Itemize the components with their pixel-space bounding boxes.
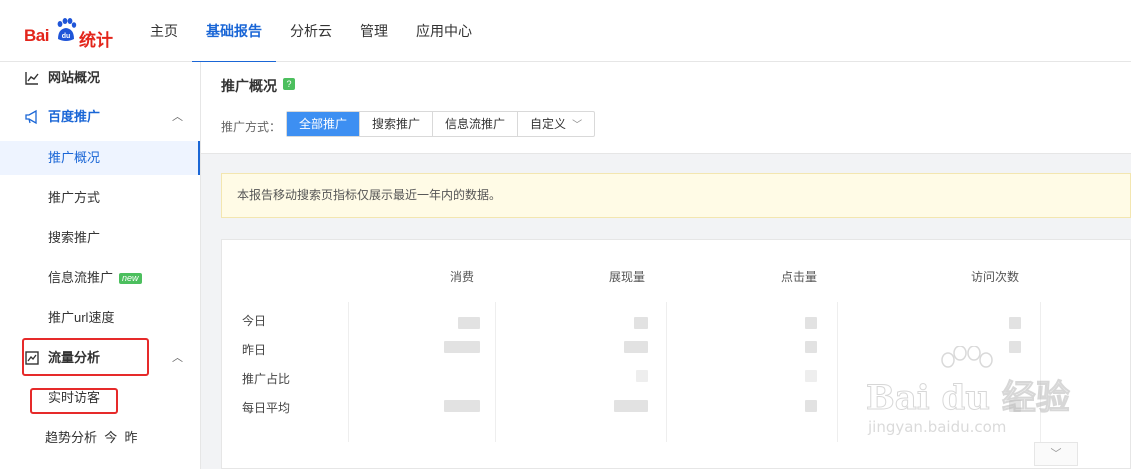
- blurred-value: [805, 370, 817, 382]
- mode-all[interactable]: 全部推广: [287, 112, 361, 136]
- column-divider: [1040, 302, 1041, 442]
- sidebar-item-label: 推广概况: [48, 150, 101, 165]
- sidebar-item-label: 趋势分析 今 昨: [45, 421, 138, 455]
- blurred-value: [1009, 341, 1021, 353]
- nav-item-analytics-cloud[interactable]: 分析云: [276, 0, 346, 62]
- row-label-daily-avg: 每日平均: [242, 401, 291, 415]
- nav-item-home[interactable]: 主页: [136, 0, 192, 62]
- help-icon[interactable]: ?: [283, 78, 295, 90]
- main-nav: 主页 基础报告 分析云 管理 应用中心: [136, 0, 486, 63]
- baidu-tongji-logo[interactable]: Bai du 统计: [24, 16, 114, 50]
- chevron-up-icon[interactable]: ︿: [172, 100, 183, 134]
- sidebar-item-label: 推广url速度: [48, 310, 115, 325]
- sidebar-item-label: 流量分析: [48, 350, 101, 365]
- notice-banner: 本报告移动搜索页指标仅展示最近一年内的数据。: [221, 173, 1131, 218]
- sidebar-item-search-promo[interactable]: 搜索推广: [0, 221, 200, 255]
- sidebar-item-label: 推广方式: [48, 190, 101, 205]
- logo-du-text: du: [62, 33, 71, 40]
- overview-header: 推广概况 ? 推广方式： 全部推广 搜索推广 信息流推广 自定义 ﹀: [201, 62, 1131, 154]
- blurred-value: [458, 317, 480, 329]
- column-header-cost: 消费: [449, 270, 474, 284]
- sidebar-item-traffic-analysis[interactable]: 流量分析 ︿: [0, 341, 200, 375]
- chevron-up-icon[interactable]: ︿: [172, 341, 183, 375]
- sidebar-item-label: 实时访客: [48, 390, 101, 405]
- column-header-clicks: 点击量: [780, 270, 817, 284]
- blurred-value: [444, 400, 480, 412]
- top-nav-bar: Bai du 统计 主页 基础报告 分析云 管理 应用中心: [0, 0, 1131, 63]
- blurred-value: [614, 400, 648, 412]
- blurred-value: [1009, 317, 1021, 329]
- sidebar-item-promo-method[interactable]: 推广方式: [0, 181, 200, 215]
- row-label-promo-share: 推广占比: [242, 372, 291, 386]
- blurred-value: [805, 317, 817, 329]
- sidebar-item-promo-overview[interactable]: 推广概况: [0, 141, 200, 175]
- new-badge: new: [119, 273, 142, 284]
- sidebar-feed-label: 信息流推广: [48, 270, 114, 285]
- nav-item-app-center[interactable]: 应用中心: [402, 0, 486, 62]
- sidebar-item-label: 搜索推广: [48, 230, 101, 245]
- main-content: 推广概况 ? 推广方式： 全部推广 搜索推广 信息流推广 自定义 ﹀ 本报告移动搜…: [201, 62, 1131, 469]
- logo-tongji-text: 统计: [79, 31, 113, 50]
- blurred-value: [634, 317, 648, 329]
- mode-custom[interactable]: 自定义 ﹀: [518, 112, 594, 136]
- page-title: 推广概况: [221, 78, 277, 94]
- sidebar-item-realtime-visitors[interactable]: 实时访客: [0, 381, 200, 415]
- metrics-table: 消费 展现量 点击量 访问次数 今日 昨日 推广占比 每日平均 ﹀: [221, 239, 1131, 469]
- mode-feed[interactable]: 信息流推广: [433, 112, 519, 136]
- promo-mode-selector: 全部推广 搜索推广 信息流推广 自定义 ﹀: [286, 111, 596, 137]
- chevron-down-icon: ﹀: [572, 120, 583, 131]
- baidu-paw-icon: du: [57, 18, 77, 41]
- column-header-visits: 访问次数: [970, 270, 1019, 284]
- column-divider: [495, 302, 496, 442]
- blurred-value: [624, 341, 648, 353]
- line-chart-icon: [25, 72, 39, 85]
- trend-label: 趋势分析: [45, 430, 98, 445]
- column-divider: [837, 302, 838, 442]
- expand-chevron-icon[interactable]: ﹀: [1034, 442, 1078, 466]
- column-divider: [348, 302, 349, 442]
- sidebar: 网站概况 百度推广 ︿ 推广概况 推广方式 搜索推广 信息流推广 new 推广ur…: [0, 62, 201, 469]
- logo-bai-text: Bai: [24, 26, 49, 45]
- sidebar-item-feed-promo[interactable]: 信息流推广 new: [0, 261, 200, 295]
- blurred-value: [1009, 400, 1021, 412]
- sidebar-item-site-overview[interactable]: 网站概况: [0, 61, 200, 95]
- sidebar-item-label: 信息流推广 new: [48, 261, 142, 295]
- blurred-value: [444, 341, 480, 353]
- sidebar-item-trend-analysis[interactable]: 趋势分析 今 昨: [0, 421, 200, 455]
- blurred-value: [636, 370, 648, 382]
- row-label-today: 今日: [242, 314, 267, 328]
- nav-item-manage[interactable]: 管理: [346, 0, 402, 62]
- sidebar-item-baidu-promo[interactable]: 百度推广 ︿: [0, 100, 200, 134]
- sidebar-item-label: 网站概况: [48, 70, 101, 85]
- trend-yesterday-link[interactable]: 昨: [125, 430, 138, 445]
- sidebar-item-label: 百度推广: [48, 109, 101, 124]
- trend-today-link[interactable]: 今: [104, 430, 117, 445]
- traffic-chart-icon: [25, 351, 39, 365]
- row-label-yesterday: 昨日: [242, 343, 267, 357]
- mode-search[interactable]: 搜索推广: [360, 112, 434, 136]
- megaphone-icon: [25, 109, 37, 125]
- mode-custom-label: 自定义: [530, 117, 567, 131]
- sidebar-item-url-speed[interactable]: 推广url速度: [0, 301, 200, 335]
- promo-mode-label: 推广方式：: [221, 120, 282, 134]
- column-divider: [666, 302, 667, 442]
- column-header-impressions: 展现量: [608, 270, 645, 284]
- blurred-value: [805, 400, 817, 412]
- blurred-value: [805, 341, 817, 353]
- nav-item-basic-reports[interactable]: 基础报告: [192, 0, 276, 63]
